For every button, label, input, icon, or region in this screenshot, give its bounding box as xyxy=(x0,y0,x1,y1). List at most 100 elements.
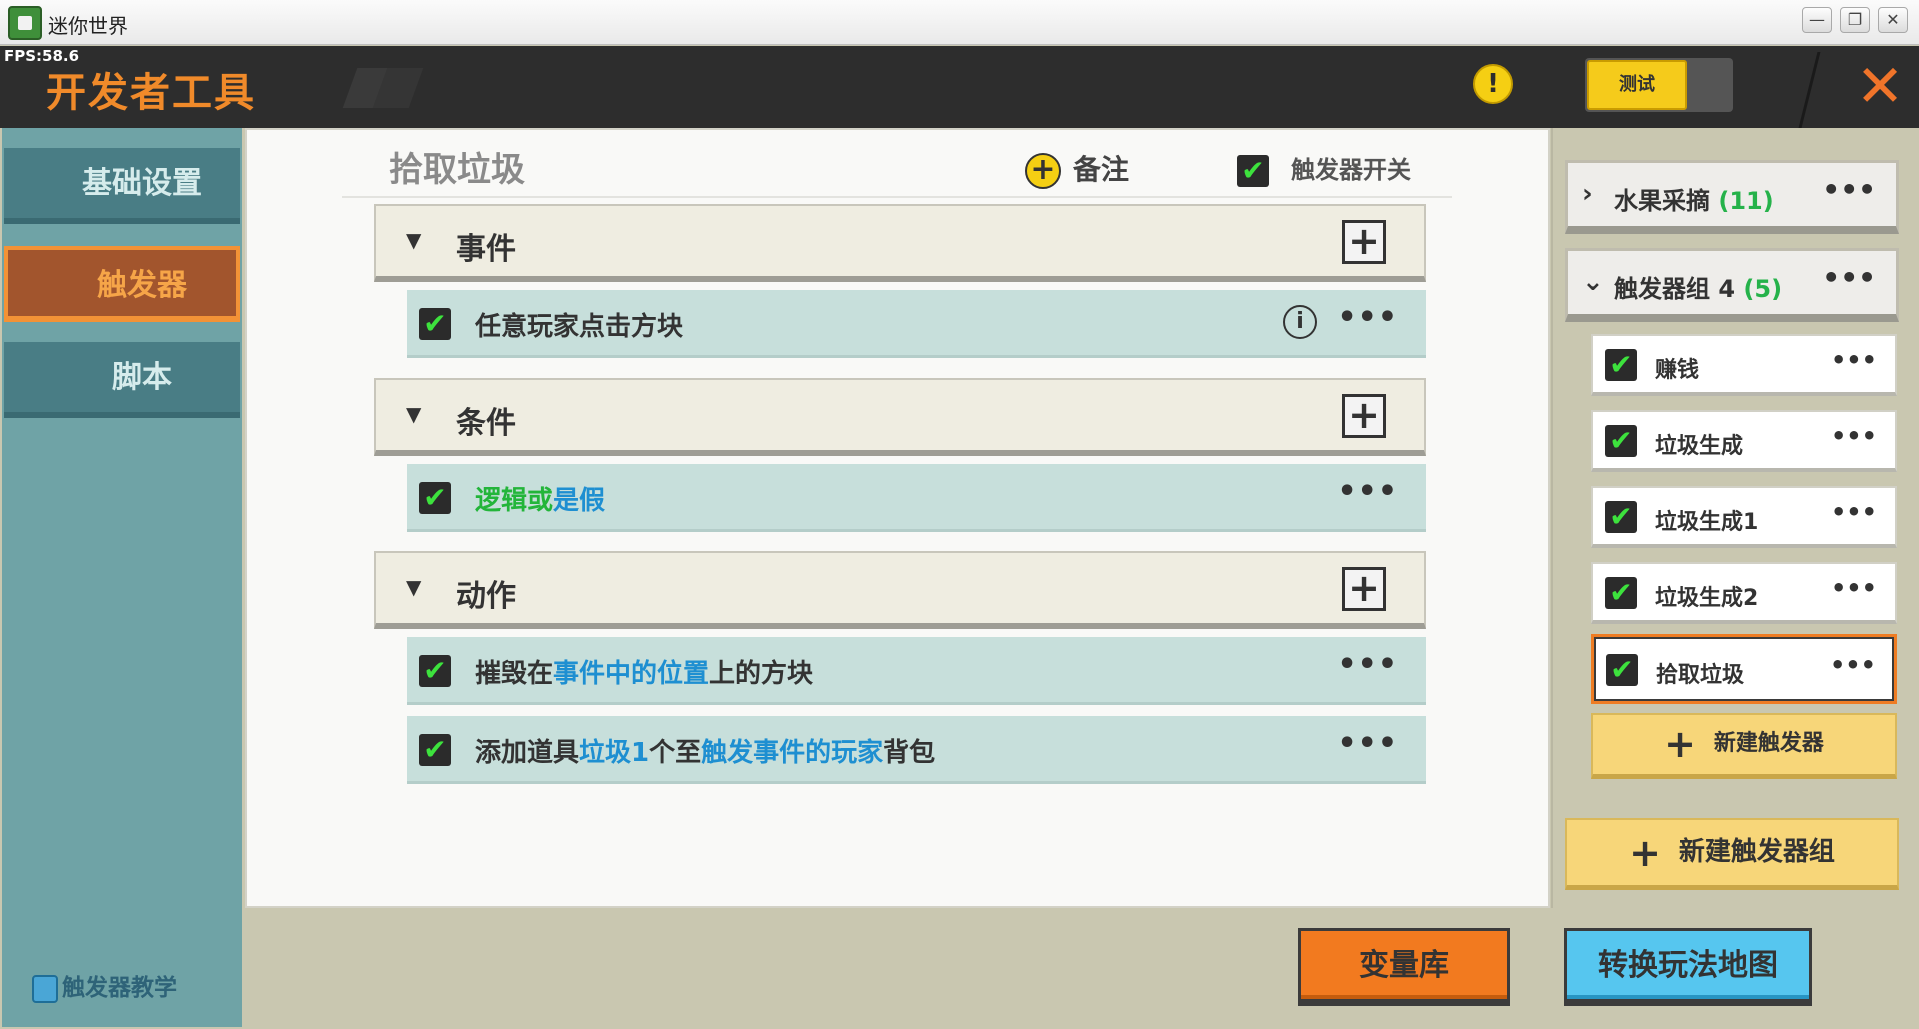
trigger-name[interactable]: 拾取垃圾 xyxy=(389,142,525,191)
checkbox-checked-icon[interactable]: ✔ xyxy=(419,308,451,340)
trigger-tutorial-label: 触发器教学 xyxy=(62,975,177,1001)
window-title: 迷你世界 xyxy=(48,14,128,38)
trigger-switch[interactable]: ✔ 触发器开关 xyxy=(1237,150,1411,187)
more-options-icon[interactable]: ••• xyxy=(1830,651,1876,679)
condition-text: 逻辑或是假 xyxy=(475,480,605,517)
plus-circle-icon: + xyxy=(1025,153,1061,189)
collapse-caret-icon[interactable]: ▼ xyxy=(406,575,421,599)
more-options-icon[interactable]: ••• xyxy=(1831,574,1877,602)
checkbox-checked-icon[interactable]: ✔ xyxy=(1606,654,1638,686)
more-options-icon[interactable]: ••• xyxy=(1831,422,1877,450)
checkbox-checked-icon[interactable]: ✔ xyxy=(1605,577,1637,609)
group-name: 触发器组 4 xyxy=(1614,275,1736,303)
condition-logic-token[interactable]: 逻辑或 xyxy=(475,486,553,516)
more-options-icon[interactable]: ••• xyxy=(1337,300,1398,335)
dev-tools-title: 开发者工具 xyxy=(46,70,256,116)
action-text-part: 添加道具 xyxy=(475,738,580,768)
checkbox-checked-icon[interactable]: ✔ xyxy=(419,734,451,766)
more-options-icon[interactable]: ••• xyxy=(1822,261,1876,294)
group-title: 水果采摘 (11) xyxy=(1614,181,1774,216)
more-options-icon[interactable]: ••• xyxy=(1337,647,1398,682)
checkbox-checked-icon[interactable]: ✔ xyxy=(419,482,451,514)
event-row[interactable]: ✔ 任意玩家点击方块 i ••• xyxy=(407,290,1426,358)
trigger-list-panel: › 水果采摘 (11) ••• ⌄ 触发器组 4 (5) ••• ✔ 赚钱 ••… xyxy=(1551,128,1917,908)
note-label: 备注 xyxy=(1073,153,1130,186)
trigger-editor: 拾取垃圾 + 备注 ✔ 触发器开关 ▼ 事件 + ✔ 任意玩家点击方块 i ••• … xyxy=(245,128,1550,908)
sidebar-item-triggers[interactable]: 触发器 xyxy=(4,246,240,322)
new-trigger-group-label: 新建触发器组 xyxy=(1678,837,1835,867)
variables-library-button[interactable]: 变量库 xyxy=(1298,928,1510,1006)
event-section-title: 事件 xyxy=(456,232,516,267)
close-icon[interactable]: ✕ xyxy=(1850,56,1910,116)
action-row[interactable]: ✔ 摧毁在事件中的位置上的方块 ••• xyxy=(407,637,1426,705)
condition-value-token[interactable]: 是假 xyxy=(553,486,605,516)
trigger-item[interactable]: ✔ 垃圾生成1 ••• xyxy=(1591,486,1897,548)
condition-section-header[interactable]: ▼ 条件 + xyxy=(374,378,1426,456)
trigger-item-label: 拾取垃圾 xyxy=(1656,663,1745,688)
action-text-part: 摧毁在 xyxy=(475,659,554,689)
group-title: 触发器组 4 (5) xyxy=(1614,269,1782,304)
book-icon xyxy=(32,974,58,1003)
sidebar-item-basic-settings[interactable]: 基础设置 xyxy=(4,148,240,224)
sidebar-item-scripts[interactable]: 脚本 xyxy=(4,342,240,418)
dev-tools-header: 开发者工具 ! 测试 ✕ xyxy=(0,46,1919,128)
trigger-item-label: 垃圾生成2 xyxy=(1655,586,1759,611)
trigger-item-selected[interactable]: ✔ 拾取垃圾 ••• xyxy=(1591,634,1897,704)
add-action-button[interactable]: + xyxy=(1342,567,1386,611)
more-options-icon[interactable]: ••• xyxy=(1337,474,1398,509)
checkbox-checked-icon[interactable]: ✔ xyxy=(1605,501,1637,533)
warning-icon[interactable]: ! xyxy=(1473,64,1513,104)
window-close-button[interactable]: ✕ xyxy=(1878,7,1908,33)
more-options-icon[interactable]: ••• xyxy=(1831,346,1877,374)
header-divider xyxy=(1798,52,1821,128)
new-trigger-group-button[interactable]: + 新建触发器组 xyxy=(1565,818,1899,890)
new-trigger-label: 新建触发器 xyxy=(1713,731,1824,756)
chevron-right-icon[interactable]: › xyxy=(1582,179,1593,209)
condition-row[interactable]: ✔ 逻辑或是假 ••• xyxy=(407,464,1426,532)
trigger-item[interactable]: ✔ 垃圾生成2 ••• xyxy=(1591,562,1897,624)
event-section-header[interactable]: ▼ 事件 + xyxy=(374,204,1426,282)
action-section-title: 动作 xyxy=(456,579,516,614)
action-param-token[interactable]: 触发事件的玩家 xyxy=(701,738,883,768)
action-text-part: 背包 xyxy=(883,738,936,768)
restore-button[interactable]: ❐ xyxy=(1840,7,1870,33)
add-event-button[interactable]: + xyxy=(1342,220,1386,264)
action-section-header[interactable]: ▼ 动作 + xyxy=(374,551,1426,629)
trigger-group-fruit[interactable]: › 水果采摘 (11) ••• xyxy=(1565,160,1899,234)
trigger-item-label: 垃圾生成1 xyxy=(1655,510,1759,535)
trigger-tutorial-link[interactable]: 触发器教学 xyxy=(32,968,177,1003)
trigger-item[interactable]: ✔ 垃圾生成 ••• xyxy=(1591,410,1897,472)
trigger-item-label: 垃圾生成 xyxy=(1655,434,1744,459)
action-param-token[interactable]: 垃圾1 xyxy=(579,738,649,768)
info-icon[interactable]: i xyxy=(1283,305,1317,339)
minimize-button[interactable]: — xyxy=(1802,7,1832,33)
checkbox-checked-icon[interactable]: ✔ xyxy=(1605,349,1637,381)
checkbox-checked-icon[interactable]: ✔ xyxy=(419,655,451,687)
add-note-button[interactable]: + 备注 xyxy=(1025,148,1129,192)
action-param-token[interactable]: 事件中的位置 xyxy=(553,659,709,689)
action-text-part: 个至 xyxy=(649,738,702,768)
group-count: (11) xyxy=(1718,187,1774,215)
add-condition-button[interactable]: + xyxy=(1342,394,1386,438)
convert-gameplay-map-button[interactable]: 转换玩法地图 xyxy=(1564,928,1812,1006)
trigger-group-4[interactable]: ⌄ 触发器组 4 (5) ••• xyxy=(1565,248,1899,322)
action-text: 摧毁在事件中的位置上的方块 xyxy=(475,653,813,690)
chevron-down-icon[interactable]: ⌄ xyxy=(1582,267,1604,297)
plus-icon: + xyxy=(1629,830,1661,875)
test-toggle[interactable]: 测试 xyxy=(1585,58,1733,112)
new-trigger-button[interactable]: + 新建触发器 xyxy=(1591,713,1897,779)
trigger-item[interactable]: ✔ 赚钱 ••• xyxy=(1591,334,1897,396)
more-options-icon[interactable]: ••• xyxy=(1831,498,1877,526)
more-options-icon[interactable]: ••• xyxy=(1337,726,1398,761)
group-name: 水果采摘 xyxy=(1614,187,1710,215)
sidebar: 基础设置 触发器 脚本 触发器教学 xyxy=(2,128,242,1027)
collapse-caret-icon[interactable]: ▼ xyxy=(406,402,421,426)
checkbox-checked-icon[interactable]: ✔ xyxy=(1237,155,1269,187)
trigger-switch-label: 触发器开关 xyxy=(1291,156,1411,184)
more-options-icon[interactable]: ••• xyxy=(1822,173,1876,206)
checkbox-checked-icon[interactable]: ✔ xyxy=(1605,425,1637,457)
collapse-caret-icon[interactable]: ▼ xyxy=(406,228,421,252)
action-row[interactable]: ✔ 添加道具垃圾1个至触发事件的玩家背包 ••• xyxy=(407,716,1426,784)
window-titlebar: 迷你世界 — ❐ ✕ xyxy=(0,0,1919,45)
event-text: 任意玩家点击方块 xyxy=(475,312,684,342)
